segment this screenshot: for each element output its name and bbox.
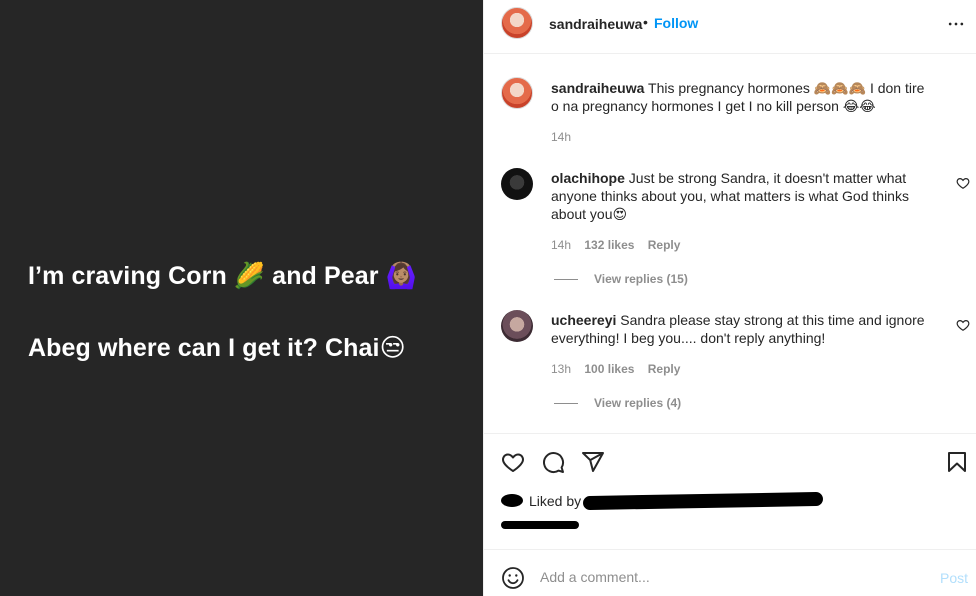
avatar[interactable] [501,77,533,109]
story-text-line-1: I’m craving Corn 🌽 and Pear 🙆🏽‍♀️ [28,262,417,290]
view-replies-button[interactable]: View replies (15) [554,272,688,286]
send-icon[interactable] [581,450,605,474]
post-side-panel: sandraiheuwa • Follow sandraiheuwa This … [483,0,976,596]
avatar[interactable] [501,7,533,39]
divider [554,279,578,281]
avatar[interactable] [501,168,533,200]
comment-username[interactable]: ucheereyi [551,312,616,328]
comment-input[interactable] [540,564,920,590]
comment-username[interactable]: sandraiheuwa [551,80,644,96]
reply-button[interactable]: Reply [648,362,681,376]
comment-meta: 14h [551,130,581,144]
heart-icon[interactable] [956,176,970,190]
add-comment-bar: Post [484,549,976,596]
heart-icon[interactable] [956,318,970,332]
post-media: I’m craving Corn 🌽 and Pear 🙆🏽‍♀️ Abeg w… [0,0,483,596]
comment-meta: 13h 100 likes Reply [551,362,690,376]
comment-time: 13h [551,362,572,376]
divider [554,403,578,405]
redaction-mark [501,521,579,529]
reply-button[interactable]: Reply [648,238,681,252]
view-replies-label: View replies (4) [594,396,682,410]
story-text-line-2: Abeg where can I get it? Chai😒 [28,334,406,362]
caption: sandraiheuwa This pregnancy hormones 🙈🙈🙈… [551,79,931,115]
post-header: sandraiheuwa • Follow [484,0,976,54]
follow-button[interactable]: Follow [654,15,698,31]
header-separator: • [643,14,648,30]
comment: ucheereyi Sandra please stay strong at t… [551,311,931,347]
comment-time: 14h [551,130,572,144]
bookmark-icon[interactable] [945,450,969,474]
comment-likes[interactable]: 132 likes [584,238,634,252]
view-replies-button[interactable]: View replies (4) [554,396,681,410]
post-button[interactable]: Post [940,570,968,586]
comment-time: 14h [551,238,572,252]
comment-likes[interactable]: 100 likes [584,362,634,376]
comments-list: sandraiheuwa This pregnancy hormones 🙈🙈🙈… [484,55,976,434]
comment-icon[interactable] [541,450,565,474]
liked-by-avatar-redacted [501,494,523,507]
emoji-icon[interactable] [501,566,525,590]
liked-by: Liked by [501,491,961,533]
view-replies-label: View replies (15) [594,272,688,286]
more-horizontal-icon[interactable] [946,14,966,34]
action-bar [484,435,976,485]
comment-meta: 14h 132 likes Reply [551,238,690,252]
heart-icon[interactable] [501,450,525,474]
comment: olachihope Just be strong Sandra, it doe… [551,169,931,223]
redaction-mark [582,491,824,511]
comment-username[interactable]: olachihope [551,170,625,186]
header-username[interactable]: sandraiheuwa [549,16,642,32]
liked-by-label: Liked by [529,493,582,509]
avatar[interactable] [501,310,533,342]
